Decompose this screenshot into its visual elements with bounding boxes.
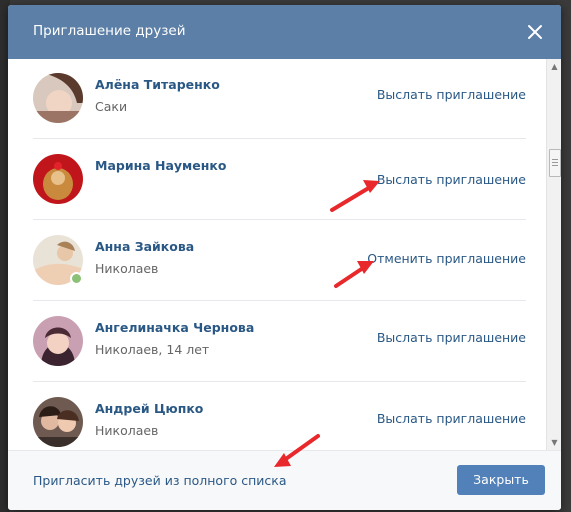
avatar[interactable] bbox=[33, 316, 83, 366]
scroll-down-icon[interactable]: ▼ bbox=[547, 435, 561, 450]
online-indicator bbox=[70, 272, 83, 285]
cancel-invite-button[interactable]: Отменить приглашение bbox=[367, 251, 526, 266]
friend-name[interactable]: Андрей Цюпко bbox=[95, 401, 203, 416]
close-button[interactable]: Закрыть bbox=[457, 465, 545, 495]
friend-name[interactable]: Алёна Титаренко bbox=[95, 77, 220, 92]
divider bbox=[33, 381, 526, 382]
friend-city: Николаев bbox=[95, 423, 159, 438]
close-icon[interactable] bbox=[525, 22, 545, 42]
divider bbox=[33, 138, 526, 139]
scroll-up-icon[interactable]: ▲ bbox=[547, 59, 561, 74]
friend-city: Николаев, 14 лет bbox=[95, 342, 210, 357]
dialog-footer: Пригласить друзей из полного списка Закр… bbox=[8, 450, 561, 510]
send-invite-button[interactable]: Выслать приглашение bbox=[377, 87, 526, 102]
friend-row: Алёна Титаренко Саки Выслать приглашение bbox=[33, 59, 526, 139]
send-invite-button[interactable]: Выслать приглашение bbox=[377, 411, 526, 426]
dialog-header: Приглашение друзей bbox=[8, 5, 561, 59]
avatar[interactable] bbox=[33, 397, 83, 447]
invite-friends-dialog: Приглашение друзей Алёна Титаренко Саки … bbox=[8, 5, 561, 510]
friend-row: Марина Науменко Выслать приглашение bbox=[33, 140, 526, 220]
invite-from-full-list-link[interactable]: Пригласить друзей из полного списка bbox=[33, 473, 287, 488]
scroll-thumb[interactable] bbox=[549, 149, 561, 177]
scrollbar[interactable]: ▲ ▼ bbox=[546, 59, 561, 450]
friend-name[interactable]: Марина Науменко bbox=[95, 158, 226, 173]
friends-list: Алёна Титаренко Саки Выслать приглашение… bbox=[8, 59, 561, 450]
friend-row: Анна Зайкова Николаев Отменить приглашен… bbox=[33, 221, 526, 301]
send-invite-button[interactable]: Выслать приглашение bbox=[377, 172, 526, 187]
divider bbox=[33, 300, 526, 301]
dialog-title: Приглашение друзей bbox=[33, 23, 186, 39]
friend-name[interactable]: Анна Зайкова bbox=[95, 239, 194, 254]
friend-name[interactable]: Ангелиначка Чернова bbox=[95, 320, 254, 335]
send-invite-button[interactable]: Выслать приглашение bbox=[377, 330, 526, 345]
friend-city: Саки bbox=[95, 99, 128, 114]
friend-row: Андрей Цюпко Николаев Выслать приглашени… bbox=[33, 383, 526, 450]
avatar[interactable] bbox=[33, 73, 83, 123]
friend-row: Ангелиначка Чернова Николаев, 14 лет Выс… bbox=[33, 302, 526, 382]
friend-city: Николаев bbox=[95, 261, 159, 276]
avatar[interactable] bbox=[33, 154, 83, 204]
divider bbox=[33, 219, 526, 220]
